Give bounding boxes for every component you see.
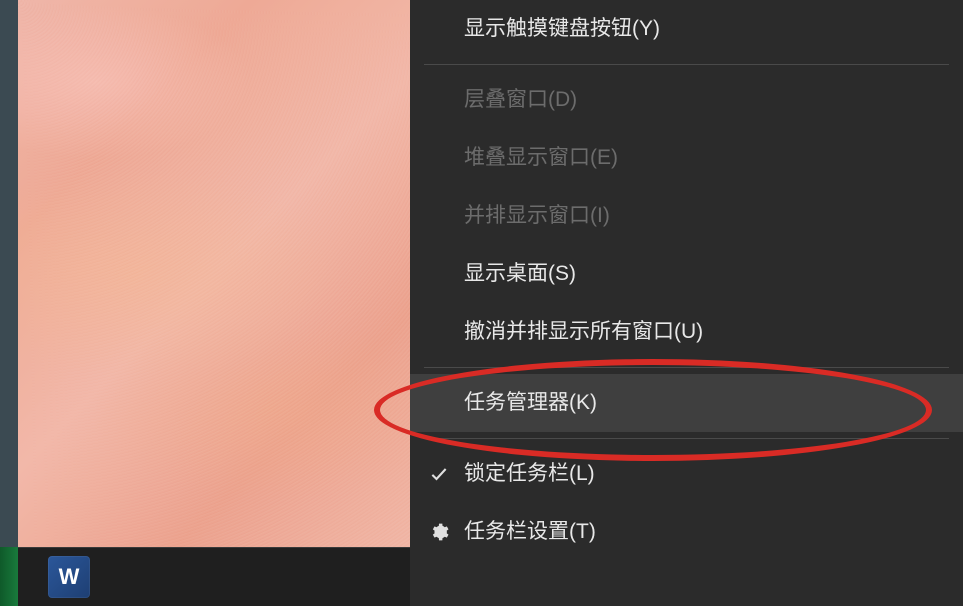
context-menu-item[interactable]: 显示桌面(S): [410, 245, 963, 303]
menu-item-label: 任务管理器(K): [464, 390, 597, 415]
context-menu-item[interactable]: 任务管理器(K): [410, 374, 963, 432]
menu-item-label: 显示桌面(S): [464, 261, 576, 286]
context-menu-item[interactable]: 撤消并排显示所有窗口(U): [410, 303, 963, 361]
context-menu-item: 层叠窗口(D): [410, 71, 963, 129]
menu-item-label: 任务栏设置(T): [464, 519, 596, 544]
taskbar-context-menu: 显示触摸键盘按钮(Y) 层叠窗口(D) 堆叠显示窗口(E) 并排显示窗口(I) 显示桌面…: [410, 0, 963, 606]
word-icon-label: W: [59, 564, 80, 590]
context-menu-item: 堆叠显示窗口(E): [410, 129, 963, 187]
context-menu-item: 并排显示窗口(I): [410, 187, 963, 245]
menu-item-label: 堆叠显示窗口(E): [464, 145, 618, 170]
menu-separator: [424, 64, 949, 65]
menu-item-label: 显示触摸键盘按钮(Y): [464, 16, 660, 41]
gear-icon: [428, 521, 450, 543]
check-icon: [428, 463, 450, 485]
context-menu-item[interactable]: 锁定任务栏(L): [410, 445, 963, 503]
frame-edge: [0, 0, 18, 547]
menu-item-label: 层叠窗口(D): [464, 87, 577, 112]
menu-separator: [424, 367, 949, 368]
menu-item-label: 撤消并排显示所有窗口(U): [464, 319, 703, 344]
desktop-wallpaper: [18, 0, 410, 547]
context-menu-item[interactable]: 显示触摸键盘按钮(Y): [410, 0, 963, 58]
menu-item-label: 锁定任务栏(L): [464, 461, 595, 486]
taskbar-accent: [0, 547, 18, 606]
context-menu-item[interactable]: 任务栏设置(T): [410, 503, 963, 561]
taskbar[interactable]: W: [0, 547, 410, 606]
menu-item-label: 并排显示窗口(I): [464, 203, 610, 228]
taskbar-app-word[interactable]: W: [48, 556, 90, 598]
menu-separator: [424, 438, 949, 439]
